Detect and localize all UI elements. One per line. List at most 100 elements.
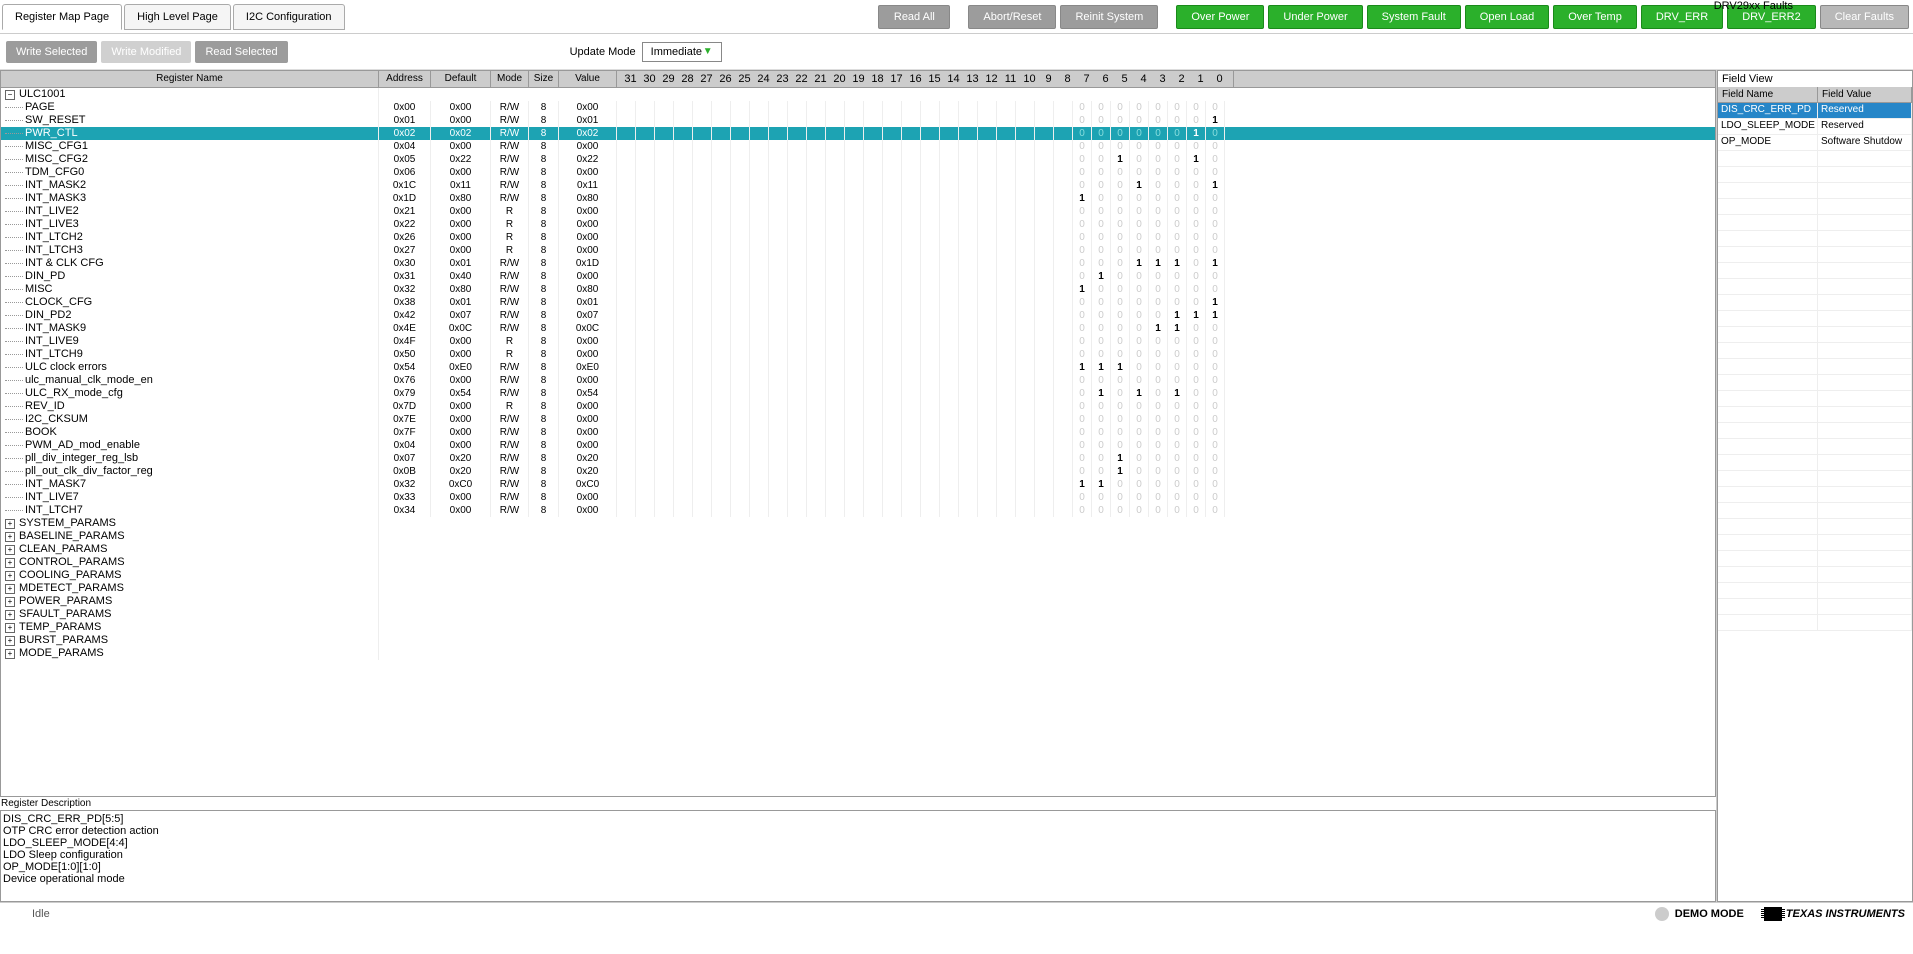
bit-cell[interactable]: 0 [1206,140,1225,153]
bit-cell[interactable]: 0 [1111,283,1130,296]
bit-cell[interactable]: 1 [1073,192,1092,205]
bit-cell[interactable]: 0 [1073,387,1092,400]
group-row[interactable]: +CONTROL_PARAMS [1,556,1715,569]
bit-cell[interactable]: 0 [1187,257,1206,270]
register-row[interactable]: INT_MASK20x1C0x11R/W80x1100010001 [1,179,1715,192]
bit-cell[interactable]: 0 [1073,335,1092,348]
register-row[interactable]: SW_RESET0x010x00R/W80x0100000001 [1,114,1715,127]
bit-cell[interactable]: 0 [1168,231,1187,244]
bit-cell[interactable]: 0 [1092,296,1111,309]
bit-cell[interactable]: 0 [1187,478,1206,491]
bit-cell[interactable]: 0 [1073,452,1092,465]
bit-cell[interactable]: 0 [1092,322,1111,335]
bit-cell[interactable]: 0 [1187,270,1206,283]
bit-cell[interactable]: 0 [1073,179,1092,192]
bit-cell[interactable]: 0 [1130,361,1149,374]
header-address[interactable]: Address [379,71,431,87]
bit-cell[interactable]: 0 [1073,127,1092,140]
bit-cell[interactable]: 0 [1168,166,1187,179]
bit-cell[interactable]: 0 [1149,218,1168,231]
bit-cell[interactable]: 0 [1092,426,1111,439]
bit-cell[interactable]: 0 [1073,309,1092,322]
bit-cell[interactable]: 0 [1149,101,1168,114]
register-row[interactable]: pll_out_clk_div_factor_reg0x0B0x20R/W80x… [1,465,1715,478]
bit-cell[interactable]: 0 [1206,426,1225,439]
bit-cell[interactable]: 0 [1187,101,1206,114]
bit-cell[interactable]: 0 [1130,296,1149,309]
bit-cell[interactable]: 0 [1092,439,1111,452]
bit-cell[interactable]: 0 [1187,491,1206,504]
bit-cell[interactable]: 0 [1111,439,1130,452]
bit-cell[interactable]: 0 [1073,322,1092,335]
register-row[interactable]: MISC0x320x80R/W80x8010000000 [1,283,1715,296]
bit-cell[interactable]: 0 [1187,335,1206,348]
bit-cell[interactable]: 0 [1073,270,1092,283]
bit-cell[interactable]: 0 [1187,114,1206,127]
bit-cell[interactable]: 0 [1168,270,1187,283]
bit-cell[interactable]: 0 [1187,413,1206,426]
bit-cell[interactable]: 1 [1168,387,1187,400]
bit-cell[interactable]: 0 [1130,283,1149,296]
bit-cell[interactable]: 0 [1111,296,1130,309]
bit-cell[interactable]: 1 [1206,309,1225,322]
group-row[interactable]: +MODE_PARAMS [1,647,1715,660]
bit-cell[interactable]: 1 [1130,257,1149,270]
bit-cell[interactable]: 0 [1168,400,1187,413]
bit-cell[interactable]: 0 [1092,218,1111,231]
update-mode-select[interactable]: Immediate ▼ [642,42,722,62]
bit-cell[interactable]: 0 [1149,179,1168,192]
bit-cell[interactable]: 0 [1168,296,1187,309]
bit-cell[interactable]: 0 [1092,166,1111,179]
reinit-system-button[interactable]: Reinit System [1060,5,1158,29]
bit-cell[interactable]: 0 [1168,439,1187,452]
bit-cell[interactable]: 0 [1206,218,1225,231]
bit-cell[interactable]: 1 [1168,322,1187,335]
bit-cell[interactable]: 0 [1206,465,1225,478]
bit-cell[interactable]: 0 [1168,426,1187,439]
bit-cell[interactable]: 0 [1149,270,1168,283]
bit-cell[interactable]: 0 [1073,348,1092,361]
write-selected-button[interactable]: Write Selected [6,41,97,63]
bit-cell[interactable]: 0 [1111,270,1130,283]
bit-cell[interactable]: 0 [1073,413,1092,426]
bit-cell[interactable]: 0 [1168,491,1187,504]
group-row[interactable]: +POWER_PARAMS [1,595,1715,608]
bit-cell[interactable]: 0 [1073,101,1092,114]
bit-cell[interactable]: 0 [1168,361,1187,374]
bit-cell[interactable]: 1 [1111,153,1130,166]
bit-cell[interactable]: 0 [1092,335,1111,348]
bit-cell[interactable]: 0 [1130,153,1149,166]
bit-cell[interactable]: 0 [1111,140,1130,153]
bit-cell[interactable]: 0 [1092,348,1111,361]
bit-cell[interactable]: 0 [1130,322,1149,335]
bit-cell[interactable]: 0 [1111,374,1130,387]
read-all-button[interactable]: Read All [878,5,950,29]
system-fault-button[interactable]: System Fault [1367,5,1461,29]
bit-cell[interactable]: 0 [1111,348,1130,361]
bit-cell[interactable]: 0 [1206,205,1225,218]
group-row[interactable]: +MDETECT_PARAMS [1,582,1715,595]
bit-cell[interactable]: 0 [1130,478,1149,491]
bit-cell[interactable]: 0 [1206,348,1225,361]
bit-cell[interactable]: 0 [1168,192,1187,205]
expand-icon[interactable]: + [5,649,15,659]
expand-icon[interactable]: + [5,623,15,633]
bit-cell[interactable]: 0 [1149,153,1168,166]
bit-cell[interactable]: 0 [1168,452,1187,465]
bit-cell[interactable]: 1 [1206,114,1225,127]
field-row[interactable]: LDO_SLEEP_MODEReserved [1718,119,1912,135]
bit-cell[interactable]: 0 [1149,504,1168,517]
field-value[interactable]: Reserved [1818,119,1912,134]
register-row[interactable]: CLOCK_CFG0x380x01R/W80x0100000001 [1,296,1715,309]
bit-cell[interactable]: 0 [1149,114,1168,127]
bit-cell[interactable]: 0 [1187,439,1206,452]
bit-cell[interactable]: 0 [1130,127,1149,140]
bit-cell[interactable]: 0 [1206,374,1225,387]
bit-cell[interactable]: 0 [1111,309,1130,322]
drv-err-button[interactable]: DRV_ERR [1641,5,1723,29]
bit-cell[interactable]: 0 [1149,244,1168,257]
bit-cell[interactable]: 0 [1130,218,1149,231]
register-row[interactable]: INT_MASK30x1D0x80R/W80x8010000000 [1,192,1715,205]
bit-cell[interactable]: 0 [1168,348,1187,361]
bit-cell[interactable]: 0 [1206,400,1225,413]
